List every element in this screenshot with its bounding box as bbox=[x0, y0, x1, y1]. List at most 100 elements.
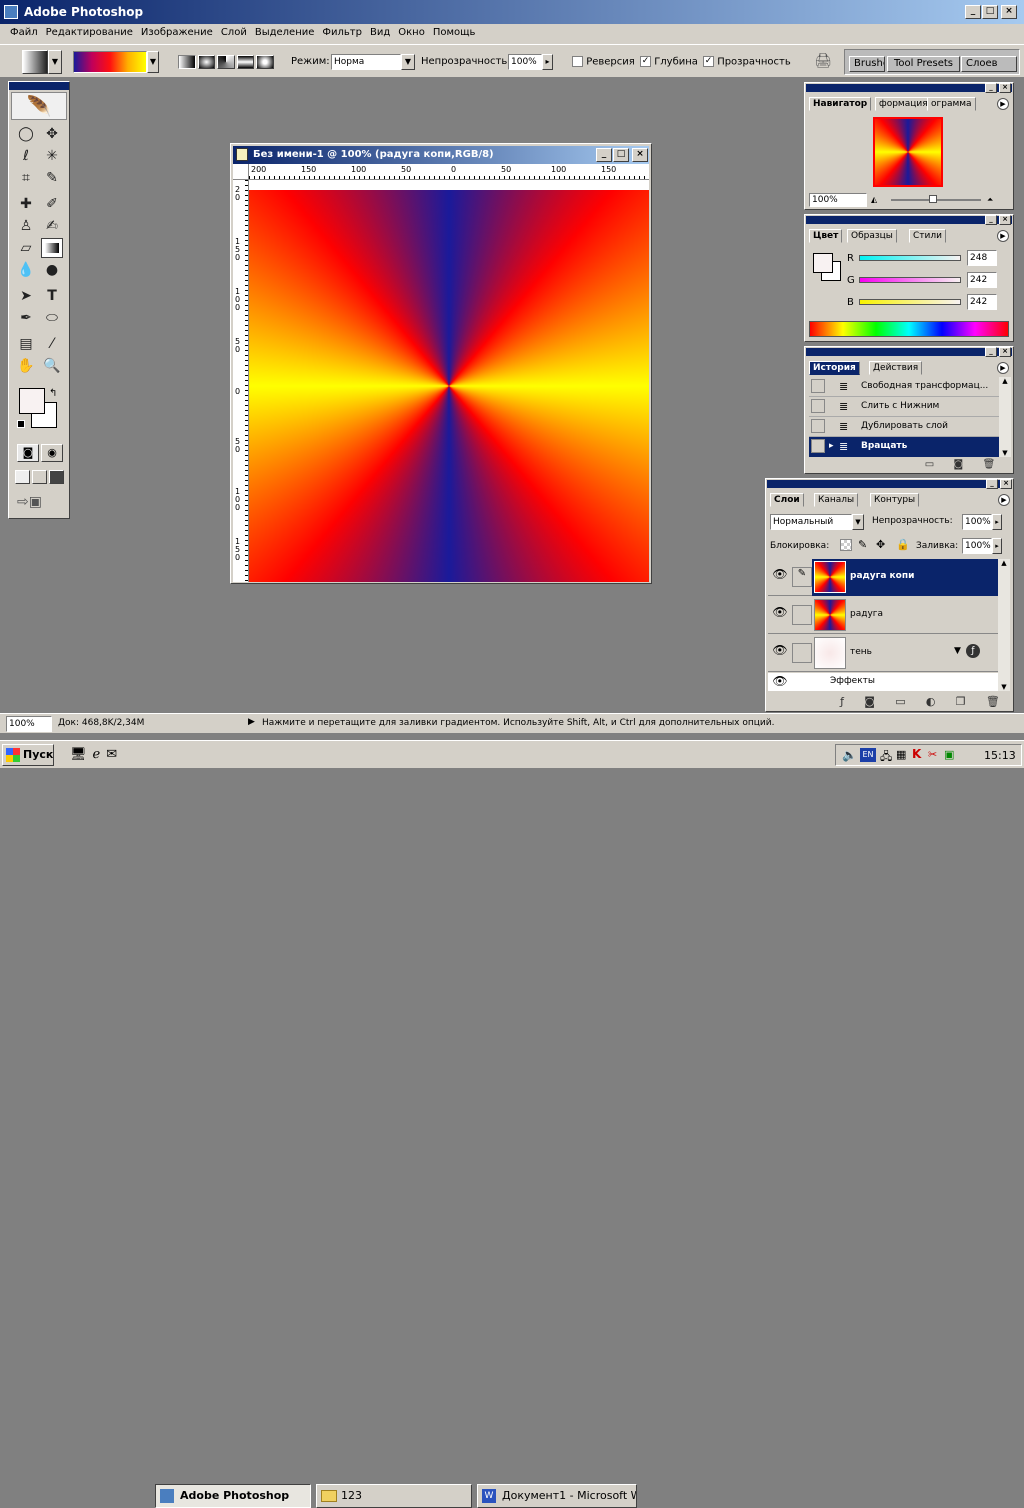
gradient-dropdown-arrow-icon[interactable]: ▼ bbox=[147, 51, 159, 73]
brush-tool-icon[interactable]: ✐ bbox=[41, 194, 63, 214]
preset-dropdown-arrow-icon[interactable]: ▼ bbox=[48, 50, 62, 74]
layers-scrollbar[interactable]: ▲ ▼ bbox=[998, 559, 1010, 691]
reverse-option[interactable]: Реверсия bbox=[572, 56, 635, 68]
history-close-button[interactable]: × bbox=[999, 347, 1011, 357]
tab-history[interactable]: История bbox=[809, 361, 860, 375]
radial-gradient-icon[interactable] bbox=[197, 55, 216, 69]
standard-mode-icon[interactable]: ◙ bbox=[17, 444, 39, 462]
layers-close-button[interactable]: × bbox=[1000, 479, 1012, 489]
diamond-gradient-icon[interactable] bbox=[256, 55, 274, 69]
layer-effects-icon[interactable]: ƒ bbox=[966, 644, 980, 658]
start-button[interactable]: Пуск bbox=[2, 744, 54, 766]
layer-effects-row[interactable]: 👁 Эффекты bbox=[768, 673, 998, 691]
history-item-selected[interactable]: ▸ ≣ Вращать bbox=[809, 437, 999, 457]
maximize-button[interactable]: □ bbox=[982, 5, 998, 19]
history-source-checkbox[interactable] bbox=[811, 439, 825, 453]
close-button[interactable]: × bbox=[1001, 5, 1017, 19]
clone-stamp-tool-icon[interactable]: ♙ bbox=[15, 216, 37, 236]
history-source-checkbox[interactable] bbox=[811, 399, 825, 413]
history-brush-tool-icon[interactable]: ✍ bbox=[41, 216, 63, 236]
notes-tool-icon[interactable]: ▤ bbox=[15, 334, 37, 354]
kaspersky-icon[interactable]: K bbox=[912, 747, 921, 761]
layer-brush-link-icon[interactable]: ✎ bbox=[792, 567, 812, 587]
menu-layer[interactable]: Слой bbox=[217, 24, 251, 42]
zoom-out-icon[interactable]: ◭ bbox=[871, 195, 885, 205]
image-canvas[interactable] bbox=[249, 190, 649, 582]
navigator-zoom-input[interactable]: 100% bbox=[809, 193, 867, 207]
eyedropper-tool-icon[interactable]: ⁄ bbox=[41, 334, 63, 354]
new-set-icon[interactable]: ▭ bbox=[895, 695, 905, 709]
gradient-picker[interactable] bbox=[73, 51, 147, 73]
layer-link-box[interactable] bbox=[792, 643, 812, 663]
menu-filter[interactable]: Фильтр bbox=[318, 24, 366, 42]
menu-edit[interactable]: Редактирование bbox=[42, 24, 137, 42]
tab-navigator[interactable]: Навигатор bbox=[809, 97, 872, 111]
lock-position-icon[interactable]: ✥ bbox=[876, 538, 885, 551]
dither-option[interactable]: ✓ Глубина bbox=[640, 56, 698, 68]
healing-brush-tool-icon[interactable]: ✚ bbox=[15, 194, 37, 214]
history-item[interactable]: ≣ Дублировать слой bbox=[809, 417, 999, 437]
lock-pixels-icon[interactable]: ✎ bbox=[858, 538, 867, 551]
layer-opacity-arrow-icon[interactable]: ▸ bbox=[992, 514, 1002, 530]
full-screen-menu-icon[interactable] bbox=[32, 470, 47, 484]
delete-state-icon[interactable]: 🗑 bbox=[983, 459, 996, 471]
eraser-tool-icon[interactable]: ▱ bbox=[15, 238, 37, 258]
tray-app-icon[interactable]: 🖧 bbox=[880, 748, 892, 767]
navigator-close-button[interactable]: × bbox=[999, 83, 1011, 93]
color-close-button[interactable]: × bbox=[999, 215, 1011, 225]
layer-row-selected[interactable]: 👁 ✎ радуга копи bbox=[768, 559, 998, 596]
history-minimize-button[interactable]: _ bbox=[985, 347, 997, 357]
layers-minimize-button[interactable]: _ bbox=[986, 479, 998, 489]
transparency-option[interactable]: ✓ Прозрачность bbox=[703, 56, 791, 68]
jump-to-imageready-icon[interactable]: ⇨▣ bbox=[17, 494, 42, 510]
hand-tool-icon[interactable]: ✋ bbox=[15, 356, 37, 376]
tab-layers[interactable]: Слои bbox=[770, 493, 804, 507]
history-item[interactable]: ≣ Свободная трансформац... bbox=[809, 377, 999, 397]
mode-dropdown-arrow-icon[interactable]: ▼ bbox=[401, 54, 415, 70]
language-indicator[interactable]: EN bbox=[860, 748, 876, 762]
full-screen-icon[interactable] bbox=[49, 470, 64, 484]
color-foreground-swatch[interactable] bbox=[813, 253, 833, 273]
g-input[interactable]: 242 bbox=[967, 272, 997, 288]
new-document-from-state-icon[interactable]: ▭ bbox=[925, 459, 934, 471]
layer-link-box[interactable] bbox=[792, 605, 812, 625]
tab-actions[interactable]: Действия bbox=[869, 361, 923, 375]
history-menu-icon[interactable]: ▶ bbox=[997, 362, 1009, 374]
r-slider[interactable] bbox=[859, 255, 961, 261]
angle-gradient-icon[interactable] bbox=[217, 55, 235, 69]
adobe-feather-icon[interactable]: 🪶 bbox=[11, 92, 67, 120]
new-adjustment-layer-icon[interactable]: ◐ bbox=[926, 695, 936, 709]
volume-icon[interactable]: 🔈 bbox=[842, 748, 857, 762]
slice-tool-icon[interactable]: ✎ bbox=[41, 168, 63, 188]
blend-mode-arrow-icon[interactable]: ▼ bbox=[852, 514, 864, 530]
navigator-minimize-button[interactable]: _ bbox=[985, 83, 997, 93]
gradient-tool-preset-icon[interactable] bbox=[22, 50, 48, 74]
b-slider[interactable] bbox=[859, 299, 961, 305]
zoom-tool-icon[interactable]: 🔍 bbox=[41, 356, 63, 376]
blend-mode-select[interactable]: Нормальный bbox=[770, 514, 852, 530]
lasso-tool-icon[interactable]: ℓ bbox=[15, 146, 37, 166]
layer-row[interactable]: 👁 радуга bbox=[768, 597, 998, 634]
tab-channels[interactable]: Каналы bbox=[814, 493, 859, 507]
layer-visibility-eye-icon[interactable]: 👁 bbox=[770, 643, 790, 663]
taskbar-item-word[interactable]: W Документ1 - Microsoft W... bbox=[477, 1484, 637, 1508]
ruler-origin[interactable] bbox=[233, 164, 249, 180]
fill-arrow-icon[interactable]: ▸ bbox=[992, 538, 1002, 554]
opacity-input[interactable]: 100% bbox=[508, 54, 542, 70]
status-menu-arrow-icon[interactable]: ▶ bbox=[248, 717, 255, 727]
foreground-color-swatch[interactable] bbox=[19, 388, 45, 414]
crop-tool-icon[interactable]: ⌗ bbox=[15, 168, 37, 188]
opacity-slider-arrow-icon[interactable]: ▸ bbox=[542, 54, 553, 70]
layer-opacity-input[interactable]: 100% bbox=[962, 514, 992, 530]
layer-name[interactable]: радуга копи bbox=[850, 571, 914, 581]
history-source-checkbox[interactable] bbox=[811, 379, 825, 393]
standard-screen-icon[interactable] bbox=[15, 470, 30, 484]
lock-transparency-icon[interactable] bbox=[840, 539, 852, 551]
color-minimize-button[interactable]: _ bbox=[985, 215, 997, 225]
layer-effects-expand-icon[interactable]: ▼ bbox=[954, 646, 961, 656]
quick-mask-mode-icon[interactable]: ◉ bbox=[41, 444, 63, 462]
color-ramp[interactable] bbox=[809, 321, 1009, 337]
linear-gradient-icon[interactable] bbox=[178, 55, 196, 69]
new-layer-icon[interactable]: ❐ bbox=[956, 695, 966, 709]
tray-keyboard-icon[interactable]: ▦ bbox=[896, 748, 906, 761]
